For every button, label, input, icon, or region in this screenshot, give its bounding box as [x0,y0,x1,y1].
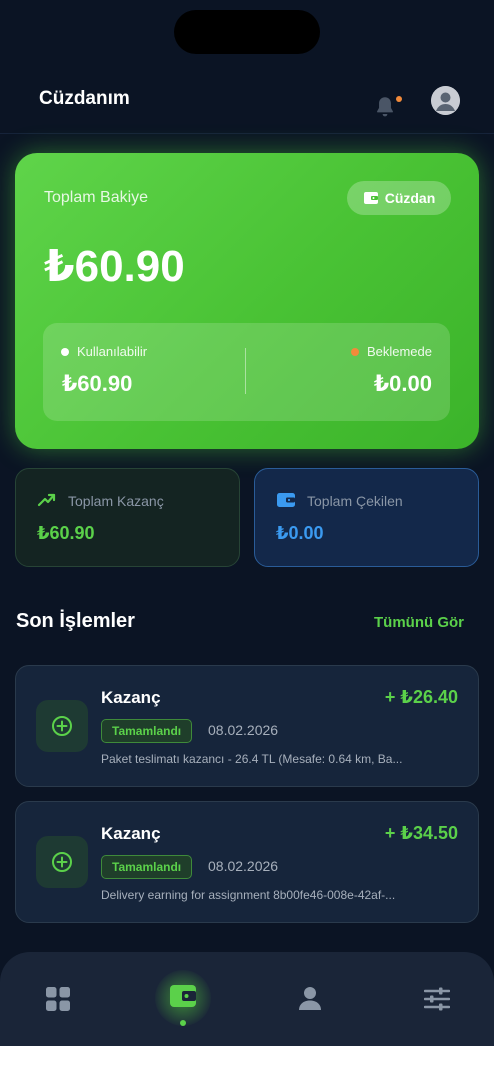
pending-label-row: Beklemede [350,344,432,359]
transaction-amount: + ₺26.40 [384,687,458,707]
nav-settings[interactable] [407,952,467,1046]
available-dot [61,347,69,356]
total-balance-label: Toplam Bakiye [44,189,149,206]
app-header: Cüzdanım [0,70,494,134]
recent-transactions-title: Son İşlemler [16,610,135,632]
status-badge: Tamamlandı [101,719,193,743]
transaction-title: Kazanç [101,688,161,707]
page-bottom-area [0,1046,494,1084]
status-badge: Tamamlandı [101,855,193,879]
total-earned-card[interactable]: Toplam Kazanç ₺60.90 [15,468,240,567]
see-all-link[interactable]: Tümünü Gör [374,614,464,631]
nav-profile[interactable] [280,952,340,1046]
total-withdrawn-label: Toplam Çekilen [307,493,403,509]
notification-bell-icon[interactable] [372,94,398,120]
user-avatar-icon [431,86,460,115]
wallet-button-label: Cüzdan [384,190,436,206]
transaction-card[interactable]: Kazanç + ₺34.50 Tamamlandı 08.02.2026 De… [15,801,479,923]
transaction-title: Kazanç [101,824,161,843]
balance-amount: ₺60.90 [44,242,185,291]
transaction-icon-box [36,836,88,888]
bottom-navigation [0,952,494,1046]
total-earned-value: ₺60.90 [37,523,95,543]
avatar[interactable] [431,86,460,115]
transaction-card[interactable]: Kazanç + ₺26.40 Tamamlandı 08.02.2026 Pa… [15,665,479,787]
available-label: Kullanılabilir [77,344,148,359]
wallet-button[interactable]: Cüzdan [347,181,451,215]
wallet-icon [170,985,196,1007]
balance-breakdown: Kullanılabilir ₺60.90 Beklemede ₺0.00 [43,323,450,421]
total-withdrawn-card[interactable]: Toplam Çekilen ₺0.00 [254,468,479,567]
device-notch [174,10,320,54]
transaction-description: Delivery earning for assignment 8b00fe46… [101,888,396,902]
total-earned-label: Toplam Kazanç [68,493,164,509]
transaction-icon-box [36,700,88,752]
page-title: Cüzdanım [39,88,130,109]
available-label-row: Kullanılabilir [61,344,147,359]
plus-circle-icon [52,852,72,872]
pending-amount: ₺0.00 [373,371,432,396]
transaction-description: Paket teslimatı kazancı - 26.4 TL (Mesaf… [101,752,403,766]
wallet-icon [277,493,295,507]
wallet-icon [363,192,378,204]
total-withdrawn-value: ₺0.00 [276,523,324,543]
transaction-date: 08.02.2026 [208,722,279,738]
breakdown-divider [245,348,246,394]
trending-up-icon [37,493,56,507]
available-amount: ₺60.90 [62,371,133,396]
nav-active-indicator [180,1020,186,1026]
sliders-icon [424,987,450,1011]
pending-label: Beklemede [366,344,432,359]
transaction-date: 08.02.2026 [208,858,279,874]
nav-dashboard[interactable] [28,952,88,1046]
grid-icon [46,987,70,1011]
pending-dot [350,347,359,356]
transaction-amount: + ₺34.50 [384,823,458,843]
balance-card: Toplam Bakiye Cüzdan ₺60.90 Kullanılabil… [15,153,479,449]
nav-wallet[interactable] [153,952,213,1040]
plus-circle-icon [52,716,72,736]
user-icon [299,987,321,1010]
notification-badge [396,96,402,102]
